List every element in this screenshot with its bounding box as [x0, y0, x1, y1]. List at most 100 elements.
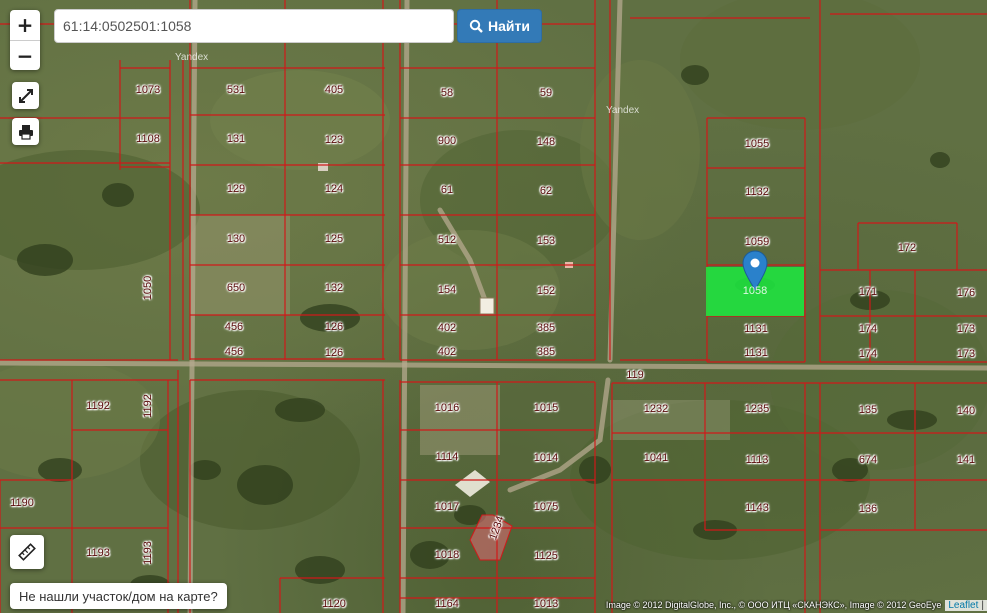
tree-cluster: [930, 152, 950, 168]
parcel-number-label[interactable]: 1192: [142, 394, 154, 418]
search-icon: [469, 19, 483, 33]
field-patch: [140, 390, 360, 530]
measure-button[interactable]: [10, 535, 44, 569]
parcel-number-label[interactable]: 512: [438, 234, 456, 246]
parcel-number-label[interactable]: 402: [438, 322, 456, 334]
parcel-number-label[interactable]: 1132: [745, 186, 769, 198]
zoom-in-button[interactable]: +: [10, 10, 40, 40]
parcel-number-label[interactable]: 59: [540, 87, 552, 99]
parcel-number-label[interactable]: 456: [225, 321, 243, 333]
parcel-number-label[interactable]: 1018: [435, 549, 459, 561]
parcel-number-label[interactable]: 152: [537, 285, 555, 297]
parcel-number-label[interactable]: 119: [626, 369, 644, 381]
expand-icon: [18, 88, 33, 103]
field-patch: [580, 60, 700, 240]
parcel-number-label[interactable]: 141: [957, 454, 975, 466]
zoom-control: + −: [10, 10, 40, 70]
dirt-road: [187, 0, 198, 613]
parcel-number-label[interactable]: 174: [859, 348, 877, 360]
parcel-number-label[interactable]: 1131: [744, 323, 768, 335]
parcel-number-label[interactable]: 385: [537, 322, 555, 334]
attribution-text: Image © 2012 DigitalGlobe, Inc., © ООО И…: [605, 600, 942, 610]
parcel-number-label[interactable]: 174: [859, 323, 877, 335]
parcel-number-label[interactable]: 129: [227, 183, 245, 195]
search-button[interactable]: Найти: [457, 9, 542, 43]
parcel-number-label[interactable]: 1192: [86, 400, 110, 412]
tree-cluster: [275, 398, 325, 422]
parcel-number-label[interactable]: 123: [325, 134, 343, 146]
cadastral-search-input[interactable]: [54, 9, 454, 43]
dirt-road: [400, 0, 410, 613]
parcel-number-label[interactable]: 1235: [745, 403, 769, 415]
parcel-number-label[interactable]: 1041: [644, 452, 668, 464]
parcel-number-label[interactable]: 1193: [86, 547, 110, 559]
parcel-number-label[interactable]: 171: [859, 286, 877, 298]
parcel-number-label[interactable]: 1164: [435, 598, 459, 610]
parcel-number-label[interactable]: 140: [957, 405, 975, 417]
parcel-number-label[interactable]: 172: [898, 242, 916, 254]
parcel-number-label[interactable]: 1108: [136, 133, 160, 145]
zoom-out-button[interactable]: −: [10, 40, 40, 70]
fullscreen-button[interactable]: [12, 82, 39, 109]
parcel-number-label[interactable]: 126: [325, 321, 343, 333]
parcel-number-label[interactable]: 124: [325, 183, 343, 195]
parcel-number-label[interactable]: 125: [325, 233, 343, 245]
map-view[interactable]: 1073 531 405 58 59 1108 131 123 900 148 1055 129 124…: [0, 0, 987, 613]
parcel-number-label[interactable]: 1016: [435, 402, 459, 414]
parcel-number-label[interactable]: 62: [540, 185, 552, 197]
parcel-number-label[interactable]: 674: [859, 454, 877, 466]
tree-cluster: [38, 458, 82, 482]
parcel-number-label[interactable]: 405: [325, 84, 343, 96]
search-button-label: Найти: [488, 18, 530, 34]
parcel-number-label[interactable]: 1075: [534, 501, 558, 513]
parcel-number-label[interactable]: 1125: [534, 550, 558, 562]
parcel-number-label[interactable]: 126: [325, 347, 343, 359]
building: [455, 470, 490, 497]
parcel-number-label[interactable]: 1193: [142, 541, 154, 565]
parcel-number-label[interactable]: 1120: [322, 598, 346, 610]
leaflet-link[interactable]: Leaflet: [945, 599, 982, 611]
parcel-number-label[interactable]: 1014: [534, 452, 558, 464]
parcel-number-label[interactable]: 900: [438, 135, 456, 147]
parcel-number-label[interactable]: 1059: [745, 236, 769, 248]
parcel-number-label[interactable]: 148: [537, 136, 555, 148]
parcel-number-label[interactable]: 1050: [142, 276, 154, 300]
parcel-number-label[interactable]: 176: [957, 287, 975, 299]
parcel-number-label[interactable]: 402: [438, 346, 456, 358]
parcel-number-label[interactable]: 650: [227, 282, 245, 294]
parcel-number-label[interactable]: 1055: [745, 138, 769, 150]
parcel-number-label[interactable]: 153: [537, 235, 555, 247]
parcel-number-label[interactable]: 58: [441, 87, 453, 99]
parcel-number-label[interactable]: 1143: [745, 502, 769, 514]
print-button[interactable]: [12, 118, 39, 145]
parcel-number-label[interactable]: 135: [859, 404, 877, 416]
tree-cluster: [681, 65, 709, 85]
parcel-number-label[interactable]: 132: [325, 282, 343, 294]
parcel-number-label[interactable]: 456: [225, 346, 243, 358]
parcel-number-label[interactable]: 61: [441, 184, 453, 196]
parcel-number-label[interactable]: 1073: [136, 84, 160, 96]
parcel-number-label[interactable]: 531: [227, 84, 245, 96]
parcel-number-label[interactable]: 1232: [644, 403, 668, 415]
parcel-number-label[interactable]: 131: [227, 133, 245, 145]
tree-cluster: [189, 460, 221, 480]
parcel-number-label[interactable]: 1190: [10, 497, 34, 509]
parcel-number-label[interactable]: 1131: [744, 347, 768, 359]
parcel-number-label[interactable]: 1015: [534, 402, 558, 414]
parcel-number-label[interactable]: 1114: [436, 451, 459, 463]
parcel-number-label[interactable]: 154: [438, 284, 456, 296]
parcel-number-label[interactable]: 1013: [534, 598, 558, 610]
selected-parcel-label[interactable]: 1058: [743, 285, 767, 297]
tree-cluster: [17, 244, 73, 276]
parcel-number-label[interactable]: 136: [859, 503, 877, 515]
not-found-button[interactable]: Не нашли участок/дом на карте?: [10, 583, 227, 609]
parcel-number-label[interactable]: 1017: [435, 501, 459, 513]
bare-soil: [420, 385, 500, 455]
parcel-number-label[interactable]: 385: [537, 346, 555, 358]
building: [318, 163, 328, 171]
parcel-number-label[interactable]: 173: [957, 323, 975, 335]
parcel-number-label[interactable]: 173: [957, 348, 975, 360]
parcel-number-label[interactable]: 1113: [746, 454, 769, 466]
parcel-number-label[interactable]: 130: [227, 233, 245, 245]
yandex-watermark: Yandex: [606, 105, 640, 116]
